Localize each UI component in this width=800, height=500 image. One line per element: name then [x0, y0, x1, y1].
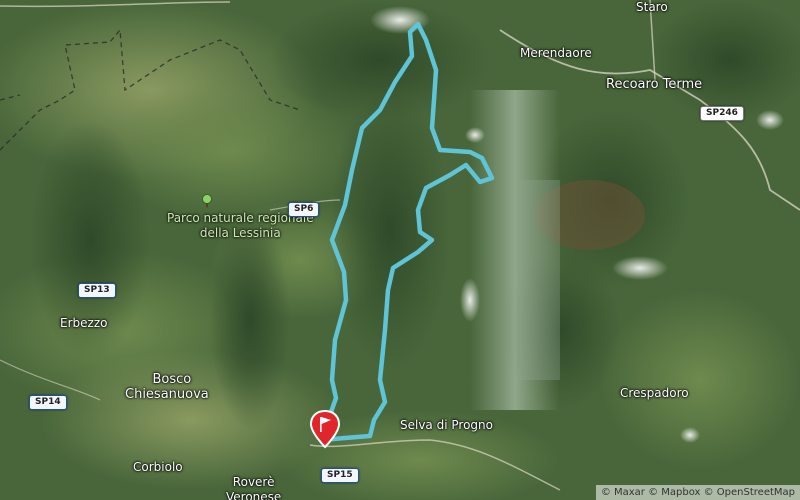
place-label-crespadoro: Crespadoro: [620, 386, 689, 400]
place-label-bosco-line2: Chiesanuova: [125, 387, 209, 402]
map-attribution[interactable]: © Maxar © Mapbox © OpenStreetMap: [595, 485, 800, 500]
road-shield-sp14: SP14: [29, 395, 67, 410]
place-label-rovere-line2: Veronese: [226, 490, 282, 500]
place-label-recoaro-terme: Recoaro Terme: [606, 77, 703, 92]
place-label-bosco-chiesanuova: Bosco Chiesanuova: [125, 372, 209, 402]
satellite-map[interactable]: Staro Merendaore Recoaro Terme Parco nat…: [0, 0, 800, 500]
tree-icon: [202, 194, 212, 208]
place-label-bosco-line1: Bosco: [152, 372, 192, 387]
place-label-merendaore: Merendaore: [520, 46, 592, 60]
place-label-corbiolo: Corbiolo: [133, 460, 183, 474]
start-flag-icon[interactable]: [309, 409, 341, 449]
place-label-selva-di-progno: Selva di Progno: [400, 418, 493, 432]
place-label-staro: Staro: [636, 0, 668, 14]
road-shield-sp15: SP15: [321, 468, 359, 483]
road-shield-sp13: SP13: [78, 283, 116, 298]
road-shield-sp246: SP246: [700, 106, 744, 121]
park-label-line2: della Lessinia: [199, 226, 281, 240]
place-label-rovere-veronese: Roverè Veronese: [226, 475, 281, 500]
place-label-erbezzo: Erbezzo: [60, 316, 108, 330]
place-label-rovere-line1: Roverè: [232, 475, 275, 489]
road-shield-sp6: SP6: [288, 202, 320, 217]
